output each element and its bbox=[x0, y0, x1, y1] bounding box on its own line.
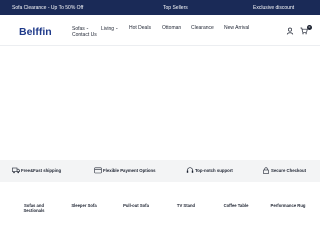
feature-shipping: Free&Fast shipping bbox=[12, 167, 61, 174]
nav-item-ottoman[interactable]: Ottoman bbox=[162, 25, 181, 31]
feature-label: Top-notch support bbox=[195, 168, 233, 173]
payment-icon bbox=[94, 167, 102, 174]
lock-icon bbox=[263, 167, 269, 174]
announcement-discount-link[interactable]: Exclusive discount bbox=[253, 5, 294, 11]
announcement-top-sellers-link[interactable]: Top Sellers bbox=[163, 5, 188, 11]
feature-support: Top-notch support bbox=[186, 167, 233, 174]
headset-icon bbox=[186, 167, 194, 173]
nav-item-contact-us[interactable]: Contact Us bbox=[72, 32, 97, 38]
feature-label: Flexible Payment Options bbox=[103, 168, 156, 173]
features-bar: Free&Fast shipping Flexible Payment Opti… bbox=[0, 160, 320, 182]
svg-text:Belffin: Belffin bbox=[19, 26, 52, 37]
nav-item-new-arrival[interactable]: New Arrival bbox=[224, 25, 249, 31]
category-sleeper-sofa[interactable]: Sleeper Sofa bbox=[64, 203, 104, 208]
feature-secure-checkout: Secure Checkout bbox=[262, 167, 306, 174]
nav-item-clearance[interactable]: Clearance bbox=[191, 25, 214, 31]
feature-label: Free&Fast shipping bbox=[21, 168, 62, 173]
category-tv-stand[interactable]: TV Stand bbox=[166, 203, 206, 208]
cart-count-badge: 0 bbox=[307, 25, 312, 30]
feature-payment: Flexible Payment Options bbox=[94, 167, 156, 174]
category-coffee-table[interactable]: Coffee Table bbox=[216, 203, 256, 208]
site-header: Belffin Sofas⌄ Living⌄ Hot Deals Ottoman… bbox=[0, 15, 320, 45]
truck-icon bbox=[12, 167, 20, 174]
announcement-bar: Sofa Clearance - Up To 50% Off Top Selle… bbox=[0, 0, 320, 15]
category-pull-out-sofa[interactable]: Pull-out Sofa bbox=[116, 203, 156, 208]
user-icon[interactable] bbox=[286, 27, 294, 35]
announcement-sale-link[interactable]: Sofa Clearance - Up To 50% Off bbox=[12, 5, 83, 11]
chevron-down-icon: ⌄ bbox=[115, 25, 119, 30]
category-sofas-and-sectionals[interactable]: Sofas and Sectionals bbox=[14, 203, 54, 213]
feature-label: Secure Checkout bbox=[271, 168, 307, 173]
nav-item-sofas[interactable]: Sofas⌄ bbox=[72, 25, 89, 32]
nav-label: Living bbox=[101, 26, 115, 32]
nav-item-living[interactable]: Living⌄ bbox=[101, 25, 118, 32]
brand-logo[interactable]: Belffin bbox=[19, 25, 53, 37]
chevron-down-icon: ⌄ bbox=[85, 25, 90, 30]
header-divider bbox=[0, 45, 320, 46]
nav-item-hot-deals[interactable]: Hot Deals bbox=[129, 25, 151, 31]
category-performance-rug[interactable]: Performance Rug bbox=[268, 203, 308, 208]
